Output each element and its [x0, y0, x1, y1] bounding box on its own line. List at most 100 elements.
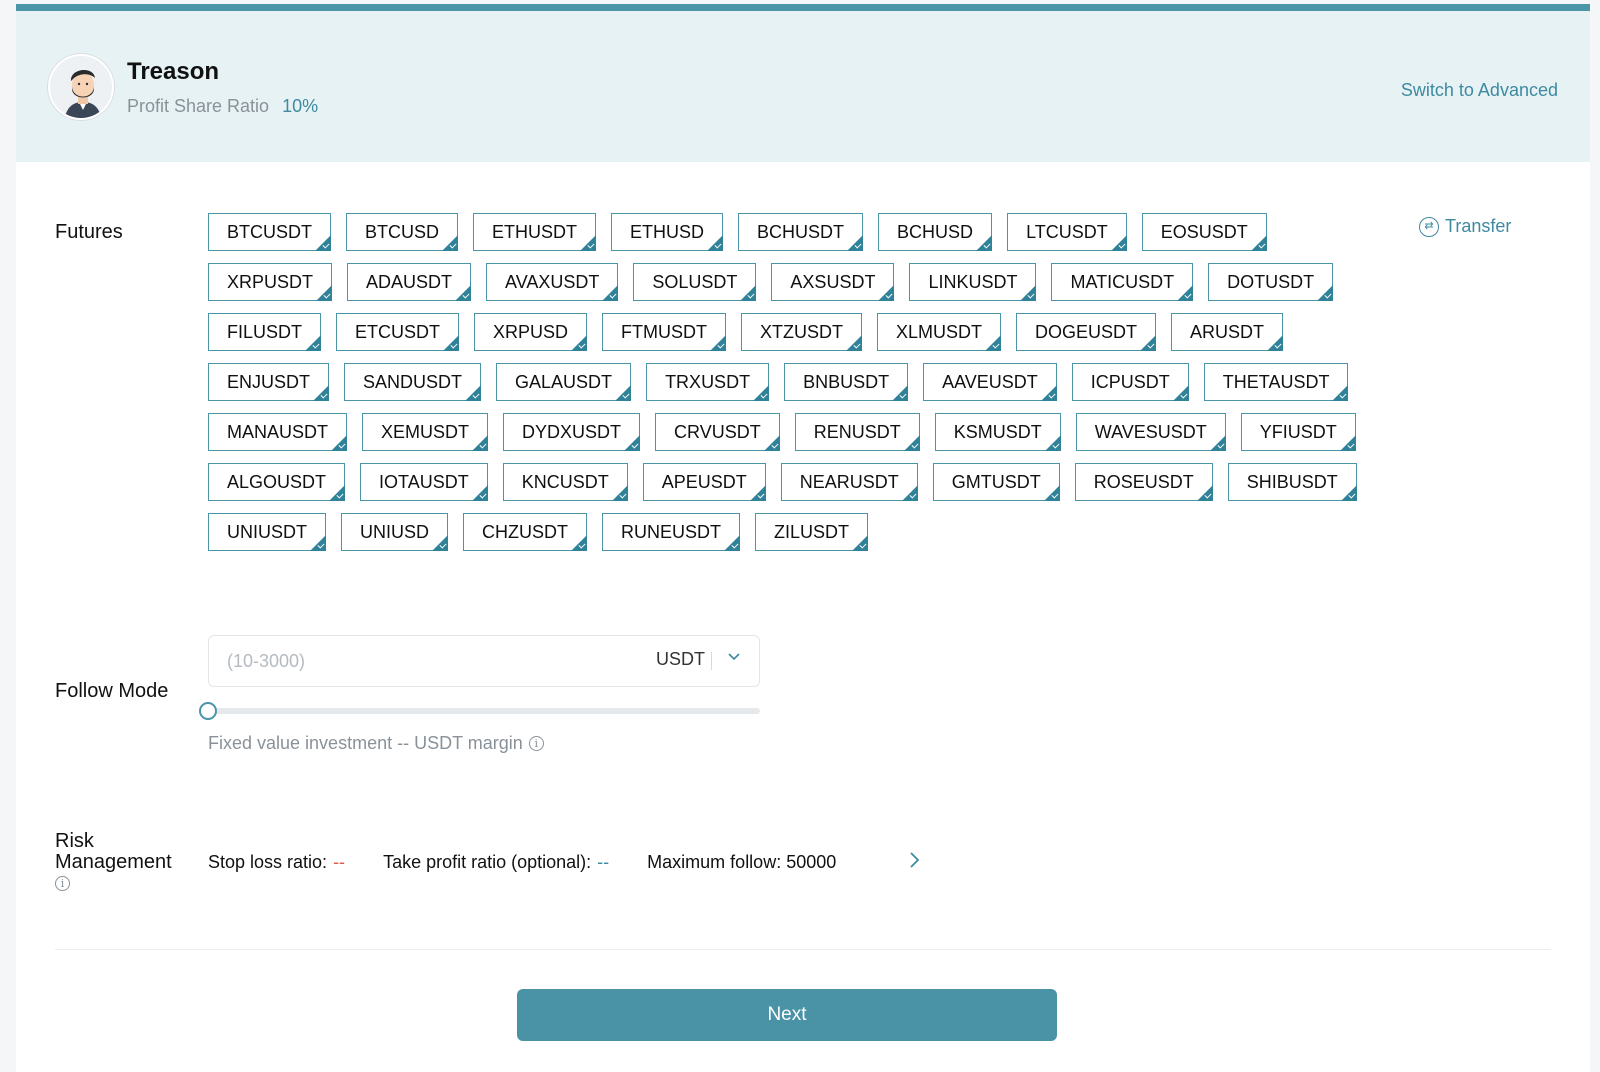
check-corner-icon — [432, 535, 449, 551]
futures-chip-ltcusdt[interactable]: LTCUSDT — [1007, 213, 1127, 251]
futures-chip-adausdt[interactable]: ADAUSDT — [347, 263, 472, 301]
futures-chip-label: FTMUSDT — [621, 322, 708, 342]
futures-chip-label: SHIBUSDT — [1246, 472, 1338, 492]
futures-chip-filusdt[interactable]: FILUSDT — [208, 313, 322, 351]
futures-chip-label: RUNEUSDT — [621, 522, 722, 542]
futures-chip-nearusdt[interactable]: NEARUSDT — [780, 463, 918, 501]
futures-chip-label: CRVUSDT — [674, 422, 761, 442]
futures-chip-ksmusdt[interactable]: KSMUSDT — [934, 413, 1061, 451]
futures-chip-ethusd[interactable]: ETHUSD — [611, 213, 724, 251]
chevron-down-icon[interactable] — [727, 649, 741, 668]
futures-chip-xtzusdt[interactable]: XTZUSDT — [741, 313, 863, 351]
futures-chip-manausdt[interactable]: MANAUSDT — [208, 413, 348, 451]
check-corner-icon — [852, 535, 869, 551]
check-corner-icon — [1332, 385, 1349, 401]
futures-chip-yfiusdt[interactable]: YFIUSDT — [1240, 413, 1356, 451]
futures-chip-roseusdt[interactable]: ROSEUSDT — [1074, 463, 1213, 501]
transfer-button[interactable]: ⇄ Transfer — [1419, 216, 1511, 237]
futures-chip-thetausdt[interactable]: THETAUSDT — [1203, 363, 1349, 401]
futures-chip-maticusdt[interactable]: MATICUSDT — [1051, 263, 1194, 301]
futures-chip-xlmusdt[interactable]: XLMUSDT — [877, 313, 1002, 351]
futures-chip-galausdt[interactable]: GALAUSDT — [496, 363, 632, 401]
info-icon[interactable]: i — [55, 876, 70, 891]
futures-chip-apeusdt[interactable]: APEUSDT — [642, 463, 766, 501]
futures-chip-label: NEARUSDT — [799, 472, 899, 492]
slider-thumb[interactable] — [199, 702, 217, 720]
chip-row: XRPUSDT ADAUSDT AVAXUSDT SOLUSDT AXSUSDT LINK… — [208, 263, 1408, 301]
futures-chip-avaxusdt[interactable]: AVAXUSDT — [486, 263, 619, 301]
info-icon[interactable]: i — [528, 736, 544, 751]
futures-chip-dydxusdt[interactable]: DYDXUSDT — [503, 413, 641, 451]
futures-chip-xrpusdt[interactable]: XRPUSDT — [208, 263, 333, 301]
futures-chip-bchusdt[interactable]: BCHUSDT — [738, 213, 864, 251]
take-profit-value: -- — [597, 852, 610, 872]
stop-loss-item: Stop loss ratio: -- — [208, 852, 345, 873]
amount-input[interactable] — [227, 648, 607, 674]
futures-chip-xemusdt[interactable]: XEMUSDT — [362, 413, 489, 451]
check-corner-icon — [316, 285, 333, 301]
futures-chip-gmtusdt[interactable]: GMTUSDT — [932, 463, 1060, 501]
futures-chip-label: LINKUSDT — [928, 272, 1018, 292]
profit-share-row: Profit Share Ratio 10% — [127, 96, 318, 117]
futures-chip-label: SOLUSDT — [652, 272, 738, 292]
switch-to-advanced-link[interactable]: Switch to Advanced — [1401, 80, 1558, 101]
futures-chip-kncusdt[interactable]: KNCUSDT — [502, 463, 628, 501]
futures-chip-dogeusdt[interactable]: DOGEUSDT — [1016, 313, 1157, 351]
futures-chip-eosusdt[interactable]: EOSUSDT — [1141, 213, 1267, 251]
futures-chip-iotausdt[interactable]: IOTAUSDT — [360, 463, 488, 501]
futures-chip-ftmusdt[interactable]: FTMUSDT — [602, 313, 727, 351]
futures-chip-arusdt[interactable]: ARUSDT — [1171, 313, 1284, 351]
futures-chip-label: ARUSDT — [1190, 322, 1265, 342]
futures-chip-label: EOSUSDT — [1160, 222, 1248, 242]
check-corner-icon — [753, 385, 770, 401]
futures-chip-bnbusdt[interactable]: BNBUSDT — [784, 363, 909, 401]
futures-chip-renusdt[interactable]: RENUSDT — [794, 413, 920, 451]
futures-chip-bchusd[interactable]: BCHUSD — [878, 213, 993, 251]
amount-field-box: USDT — [208, 635, 760, 687]
futures-chip-label: UNIUSD — [360, 522, 430, 542]
check-corner-icon — [846, 335, 863, 351]
futures-chip-solusdt[interactable]: SOLUSDT — [633, 263, 757, 301]
futures-chip-etcusdt[interactable]: ETCUSDT — [336, 313, 460, 351]
futures-chip-label: ETCUSDT — [355, 322, 441, 342]
futures-chip-label: SANDUSDT — [363, 372, 463, 392]
futures-chip-crvusdt[interactable]: CRVUSDT — [655, 413, 780, 451]
check-corner-icon — [1317, 285, 1334, 301]
futures-chip-icpusdt[interactable]: ICPUSDT — [1071, 363, 1189, 401]
follow-mode-hint-text: Fixed value investment -- USDT margin — [208, 733, 523, 753]
avatar-image — [50, 56, 112, 118]
trader-avatar — [48, 54, 114, 120]
check-corner-icon — [1339, 435, 1356, 451]
futures-chip-xrpusd[interactable]: XRPUSD — [474, 313, 588, 351]
futures-chip-linkusdt[interactable]: LINKUSDT — [909, 263, 1037, 301]
futures-chip-chzusdt[interactable]: CHZUSDT — [463, 513, 588, 551]
futures-chip-uniusdt[interactable]: UNIUSDT — [208, 513, 326, 551]
futures-chip-axsusdt[interactable]: AXSUSDT — [771, 263, 895, 301]
futures-chip-algousdt[interactable]: ALGOUSDT — [208, 463, 346, 501]
amount-slider[interactable] — [199, 702, 760, 720]
futures-chip-label: ZILUSDT — [774, 522, 850, 542]
futures-chip-label: ROSEUSDT — [1093, 472, 1194, 492]
futures-chip-label: CHZUSDT — [482, 522, 569, 542]
next-button[interactable]: Next — [517, 989, 1057, 1041]
futures-chip-zilusdt[interactable]: ZILUSDT — [755, 513, 869, 551]
futures-chip-aaveusdt[interactable]: AAVEUSDT — [923, 363, 1057, 401]
futures-chip-shibusdt[interactable]: SHIBUSDT — [1227, 463, 1357, 501]
futures-chip-uniusd[interactable]: UNIUSD — [341, 513, 449, 551]
futures-chip-label: FILUSDT — [227, 322, 303, 342]
futures-chip-sandusdt[interactable]: SANDUSDT — [344, 363, 482, 401]
check-corner-icon — [310, 535, 326, 551]
futures-chip-trxusdt[interactable]: TRXUSDT — [646, 363, 770, 401]
futures-chip-label: RENUSDT — [813, 422, 901, 442]
futures-chip-enjusdt[interactable]: ENJUSDT — [208, 363, 330, 401]
futures-chip-ethusdt[interactable]: ETHUSDT — [473, 213, 597, 251]
futures-chip-btcusdt[interactable]: BTCUSDT — [208, 213, 331, 251]
futures-chip-runeusdt[interactable]: RUNEUSDT — [602, 513, 741, 551]
profit-share-label: Profit Share Ratio — [127, 96, 270, 116]
check-corner-icon — [580, 235, 597, 251]
futures-chip-wavesusdt[interactable]: WAVESUSDT — [1075, 413, 1226, 451]
follow-mode-label: Follow Mode — [55, 680, 169, 702]
futures-chip-dotusdt[interactable]: DOTUSDT — [1208, 263, 1334, 301]
futures-chip-btcusd[interactable]: BTCUSD — [346, 213, 459, 251]
chevron-right-icon[interactable] — [908, 849, 922, 877]
